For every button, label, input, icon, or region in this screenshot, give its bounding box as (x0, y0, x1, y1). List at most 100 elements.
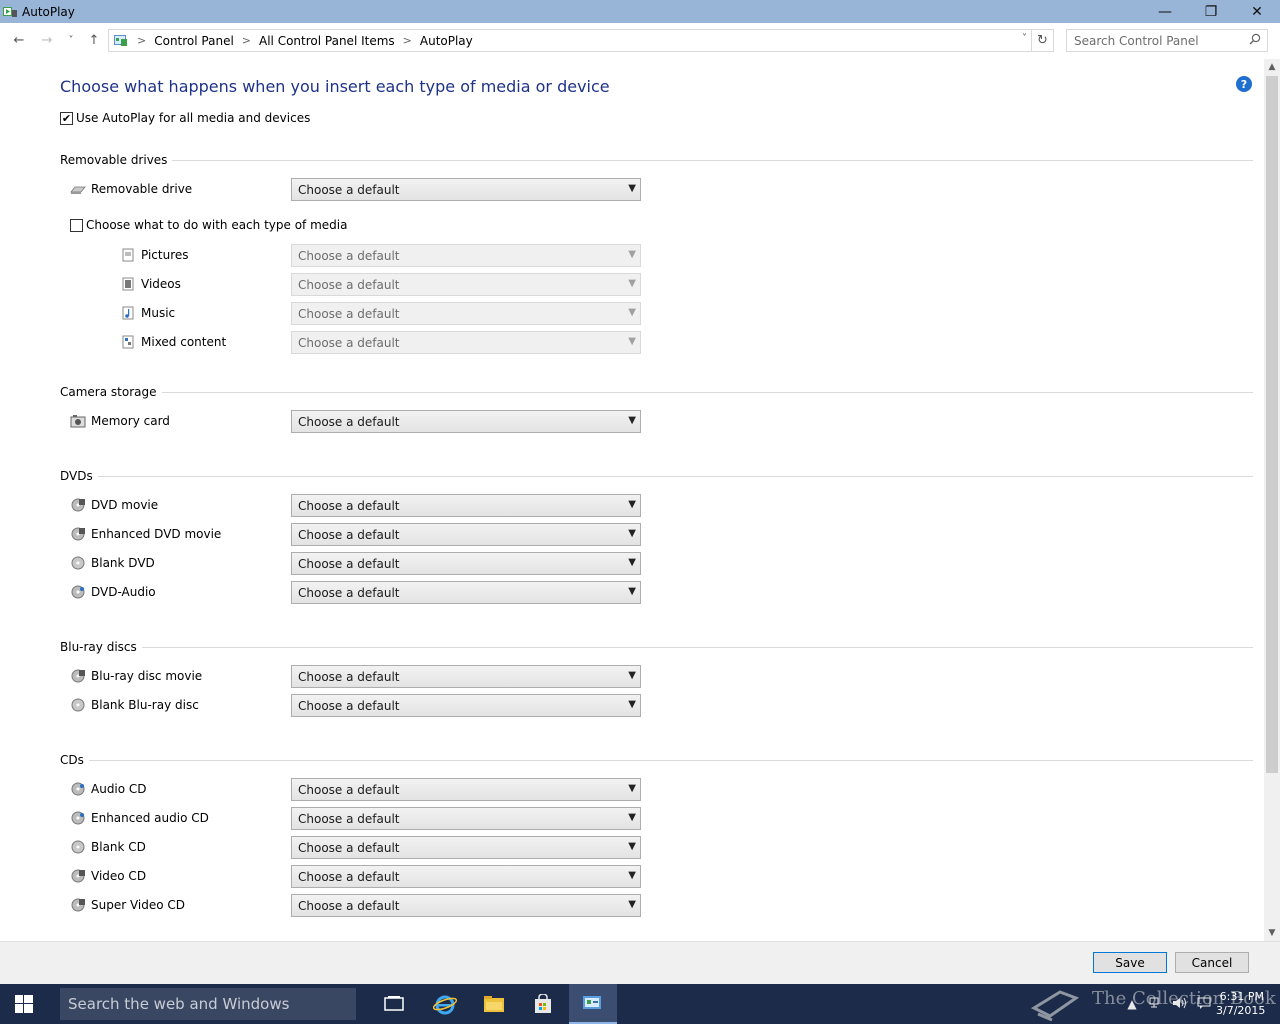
cancel-button[interactable]: Cancel (1175, 952, 1249, 973)
row-bluray-disc-movie: Blu-ray disc movie (70, 669, 202, 683)
select-enhanced-audio-cd[interactable]: Choose a default ▼ (291, 807, 641, 830)
chevron-down-icon: ▼ (628, 183, 636, 194)
each-media-checkbox[interactable] (70, 218, 83, 232)
volume-icon[interactable] (1168, 997, 1192, 1012)
taskbar-search-box[interactable]: Search the web and Windows (60, 988, 356, 1020)
disc-icon (70, 811, 86, 825)
internet-explorer-button[interactable] (421, 984, 469, 1024)
section-dvds: DVDs (60, 469, 1253, 483)
select-blank-dvd[interactable]: Choose a default ▼ (291, 552, 641, 575)
row-blank-dvd: Blank DVD (70, 556, 155, 570)
content-area: Choose what happens when you insert each… (0, 59, 1264, 941)
row-dvd-movie: DVD movie (70, 498, 158, 512)
select-blank-bluray-disc[interactable]: Choose a default ▼ (291, 694, 641, 717)
search-box[interactable] (1066, 29, 1268, 52)
breadcrumb-all-items[interactable]: All Control Panel Items (259, 34, 395, 48)
control-panel-taskbar-button[interactable] (569, 984, 617, 1024)
disc-icon (70, 498, 86, 512)
scroll-down-arrow-icon[interactable]: ▼ (1264, 925, 1280, 941)
store-button[interactable] (519, 984, 567, 1024)
row-mixed-content: Mixed content (120, 335, 226, 349)
save-button[interactable]: Save (1093, 952, 1167, 973)
clock-time: 6:31 PM (1219, 990, 1264, 1003)
chevron-down-icon: ▼ (628, 528, 636, 539)
refresh-button[interactable]: ↻ (1031, 30, 1053, 51)
up-button[interactable]: ↑ (85, 31, 103, 49)
network-icon[interactable] (1144, 997, 1168, 1012)
recent-locations-button[interactable]: ˅ (62, 31, 80, 49)
help-icon[interactable]: ? (1236, 76, 1252, 92)
forward-button[interactable]: → (38, 31, 56, 49)
row-enhanced-dvd-movie: Enhanced DVD movie (70, 527, 221, 541)
clock[interactable]: 6:31 PM 3/7/2015 (1216, 990, 1280, 1018)
taskbar: Search the web and Windows The Collectio… (0, 984, 1280, 1024)
maximize-button[interactable]: ❐ (1188, 0, 1234, 23)
chevron-down-icon: ▼ (628, 415, 636, 426)
button-bar: Save Cancel (0, 941, 1280, 984)
chevron-down-icon[interactable]: ˅ (1022, 33, 1027, 44)
select-video-cd[interactable]: Choose a default ▼ (291, 865, 641, 888)
close-button[interactable]: ✕ (1234, 0, 1280, 23)
clock-date: 3/7/2015 (1216, 1004, 1266, 1017)
show-hidden-icons-chevron-icon[interactable]: ▲ (1120, 997, 1144, 1011)
select-removable-drive[interactable]: Choose a default ▼ (291, 178, 641, 201)
row-blank-bluray-disc: Blank Blu-ray disc (70, 698, 199, 712)
breadcrumb-separator: > (137, 34, 147, 47)
chevron-down-icon: ▼ (628, 499, 636, 510)
use-autoplay-option[interactable]: ✔ Use AutoPlay for all media and devices (60, 111, 310, 125)
back-button[interactable]: ← (10, 31, 28, 49)
task-view-button[interactable] (370, 984, 418, 1024)
select-audio-cd[interactable]: Choose a default ▼ (291, 778, 641, 801)
select-dvd-audio[interactable]: Choose a default ▼ (291, 581, 641, 604)
chevron-down-icon: ▼ (628, 899, 636, 910)
section-removable-drives: Removable drives (60, 153, 1253, 167)
select-music[interactable]: Choose a default ▼ (291, 302, 641, 325)
breadcrumb-autoplay[interactable]: AutoPlay (420, 34, 473, 48)
search-input[interactable] (1074, 33, 1244, 48)
file-explorer-button[interactable] (470, 984, 518, 1024)
section-cds: CDs (60, 753, 1253, 767)
select-super-video-cd[interactable]: Choose a default ▼ (291, 894, 641, 917)
search-icon[interactable] (1249, 33, 1261, 48)
select-dvd-movie[interactable]: Choose a default ▼ (291, 494, 641, 517)
camera-icon (70, 414, 86, 428)
select-memory-card[interactable]: Choose a default ▼ (291, 410, 641, 433)
scrollbar-thumb[interactable] (1266, 76, 1278, 773)
use-autoplay-checkbox[interactable]: ✔ (60, 111, 73, 125)
windows-start-button[interactable] (0, 984, 48, 1024)
scroll-up-arrow-icon[interactable]: ▲ (1264, 59, 1280, 75)
select-enhanced-dvd-movie[interactable]: Choose a default ▼ (291, 523, 641, 546)
select-bluray-disc-movie[interactable]: Choose a default ▼ (291, 665, 641, 688)
select-pictures[interactable]: Choose a default ▼ (291, 244, 641, 267)
breadcrumb-control-panel[interactable]: Control Panel (154, 34, 234, 48)
store-bag-icon (535, 994, 551, 1013)
pictures-icon (120, 248, 136, 262)
disc-icon (70, 869, 86, 883)
music-icon (120, 306, 136, 320)
disc-icon (70, 527, 86, 541)
disc-icon (70, 698, 86, 712)
removable-drive-icon (70, 182, 86, 196)
chevron-down-icon: ▼ (628, 249, 636, 260)
disc-icon (70, 840, 86, 854)
row-memory-card: Memory card (70, 414, 170, 428)
select-blank-cd[interactable]: Choose a default ▼ (291, 836, 641, 859)
row-super-video-cd: Super Video CD (70, 898, 185, 912)
action-center-icon[interactable] (1192, 997, 1216, 1012)
each-media-option[interactable]: Choose what to do with each type of medi… (70, 218, 347, 232)
navigation-bar: ← → ˅ ↑ > Control Panel > All Control Pa… (0, 23, 1280, 59)
page-title: Choose what happens when you insert each… (60, 77, 610, 96)
disc-icon (70, 782, 86, 796)
select-mixed-content[interactable]: Choose a default ▼ (291, 331, 641, 354)
disc-icon (70, 669, 86, 683)
address-bar[interactable]: > Control Panel > All Control Panel Item… (108, 29, 1054, 52)
control-panel-icon (113, 34, 129, 48)
row-enhanced-audio-cd: Enhanced audio CD (70, 811, 209, 825)
system-tray: ▲ 6:31 PM 3/7/2015 (1120, 984, 1280, 1024)
minimize-button[interactable]: — (1142, 0, 1188, 23)
watermark-book-icon (1030, 990, 1080, 1022)
videos-icon (120, 277, 136, 291)
select-videos[interactable]: Choose a default ▼ (291, 273, 641, 296)
windows-logo-icon (15, 995, 33, 1013)
vertical-scrollbar[interactable]: ▲ ▼ (1264, 59, 1280, 941)
